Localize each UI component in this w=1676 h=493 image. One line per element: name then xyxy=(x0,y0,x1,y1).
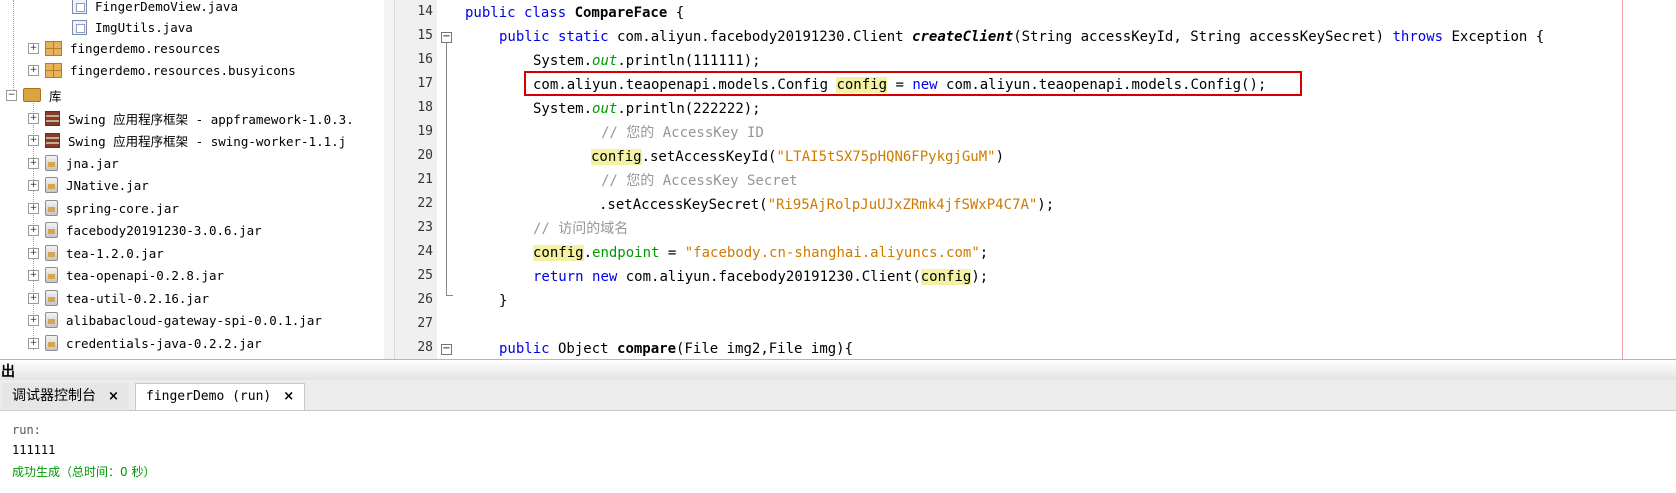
expand-icon[interactable]: + xyxy=(28,292,39,304)
package-icon xyxy=(45,40,62,56)
expand-icon[interactable]: + xyxy=(28,112,39,124)
line-number: 21 xyxy=(417,172,433,187)
right-margin-guide xyxy=(1622,0,1623,359)
tree-item-jar[interactable]: + tea-util-0.2.16.jar xyxy=(28,287,209,309)
tree-item-jar[interactable]: + JNative.jar xyxy=(28,174,149,196)
line-number: 26 xyxy=(417,292,433,307)
tree-item-jar[interactable]: + facebody20191230-3.0.6.jar xyxy=(28,219,262,241)
library-books-icon xyxy=(45,110,60,126)
expand-icon[interactable]: + xyxy=(28,224,39,236)
line-number: 18 xyxy=(417,100,433,115)
jar-icon xyxy=(45,290,58,306)
tree-item-imgutils[interactable]: ImgUtils.java xyxy=(72,16,193,38)
fold-guide xyxy=(446,43,447,295)
output-panel-header: 出 xyxy=(0,359,1676,381)
code-line-22: .setAccessKeySecret("Ri95AjRolpJuUJxZRmk… xyxy=(599,197,1055,213)
code-line-15: public static com.aliyun.facebody2019123… xyxy=(499,29,1545,45)
package-icon xyxy=(45,62,62,78)
fold-column: − − xyxy=(437,0,457,359)
tree-item-resources[interactable]: + fingerdemo.resources xyxy=(28,37,221,59)
output-console[interactable]: run: 111111 成功生成（总时间：0 秒） xyxy=(0,411,1676,493)
expand-icon[interactable]: + xyxy=(28,42,39,54)
tree-item-libraries[interactable]: − 库 xyxy=(6,84,62,106)
line-number-column: 14 15 16 17 18 19 20 21 22 23 24 25 26 2… xyxy=(395,0,437,359)
jar-icon xyxy=(45,155,58,171)
java-form-icon xyxy=(72,0,87,14)
line-number: 27 xyxy=(417,316,433,331)
expand-icon[interactable]: + xyxy=(28,64,39,76)
code-editor[interactable]: public class CompareFace { public static… xyxy=(457,0,1676,359)
expand-icon[interactable]: + xyxy=(28,134,39,146)
tree-item-jar[interactable]: + tea-1.2.0.jar xyxy=(28,242,164,264)
console-success-line: 成功生成（总时间：0 秒） xyxy=(12,465,156,479)
editor-gutter xyxy=(384,0,395,359)
line-number: 19 xyxy=(417,124,433,139)
jar-icon xyxy=(45,222,58,238)
tree-item-busyicons[interactable]: + fingerdemo.resources.busyicons xyxy=(28,59,296,81)
expand-icon[interactable]: + xyxy=(28,337,39,349)
tree-item-fingerdemoview[interactable]: FingerDemoView.java xyxy=(72,0,238,17)
expand-icon[interactable]: + xyxy=(28,157,39,169)
fold-toggle-icon[interactable]: − xyxy=(441,32,452,43)
jar-icon xyxy=(45,200,58,216)
library-folder-icon xyxy=(23,88,41,102)
expand-icon[interactable]: + xyxy=(28,179,39,191)
tree-item-appframework[interactable]: + Swing 应用程序框架 - appframework-1.0.3. xyxy=(28,107,354,129)
java-file-icon xyxy=(72,19,87,35)
code-line-18: System.out.println(222222); xyxy=(533,101,761,117)
library-books-icon xyxy=(45,132,60,148)
tree-item-jar[interactable]: + alibabacloud-gateway-spi-0.0.1.jar xyxy=(28,309,322,331)
code-line-26: } xyxy=(499,293,508,309)
line-number: 17 xyxy=(417,76,433,91)
line-number: 15 xyxy=(417,28,433,43)
expand-icon[interactable]: + xyxy=(28,247,39,259)
close-tab-icon[interactable]: × xyxy=(108,389,119,404)
jar-icon xyxy=(45,177,58,193)
output-panel-title: 出 xyxy=(1,364,15,380)
collapse-icon[interactable]: − xyxy=(6,89,17,101)
fold-toggle-icon[interactable]: − xyxy=(441,344,452,355)
jar-icon xyxy=(45,245,58,261)
tab-debugger-console[interactable]: 调试器控制台 × xyxy=(2,383,129,409)
code-line-23: // 访问的域名 xyxy=(533,221,629,237)
console-line: run: xyxy=(12,423,41,437)
code-line-14: public class CompareFace { xyxy=(465,5,685,21)
tree-item-swingworker[interactable]: + Swing 应用程序框架 - swing-worker-1.1.j xyxy=(28,129,346,151)
tab-fingerdemo-run[interactable]: fingerDemo (run) × xyxy=(135,383,306,410)
output-tab-bar: 调试器控制台 × fingerDemo (run) × xyxy=(0,380,1676,411)
tree-item-jar[interactable]: + credentials-java-0.2.2.jar xyxy=(28,332,262,354)
line-number: 28 xyxy=(417,340,433,355)
annotation-highlight-box xyxy=(524,71,1302,96)
line-number: 24 xyxy=(417,244,433,259)
tree-item-jar[interactable]: + tea-openapi-0.2.8.jar xyxy=(28,264,224,286)
code-line-24: config.endpoint = "facebody.cn-shanghai.… xyxy=(533,245,989,261)
line-number: 16 xyxy=(417,52,433,67)
tree-item-jar[interactable]: + spring-core.jar xyxy=(28,197,179,219)
code-line-25: return new com.aliyun.facebody20191230.C… xyxy=(533,269,989,285)
line-number: 23 xyxy=(417,220,433,235)
expand-icon[interactable]: + xyxy=(28,202,39,214)
code-line-28: public Object compare(File img2,File img… xyxy=(499,341,854,357)
line-number: 22 xyxy=(417,196,433,211)
console-line: 111111 xyxy=(12,443,56,457)
tree-item-jar[interactable]: + jna.jar xyxy=(28,152,119,174)
code-line-16: System.out.println(111111); xyxy=(533,53,761,69)
jar-icon xyxy=(45,267,58,283)
jar-icon xyxy=(45,335,58,351)
code-line-21: // 您的 AccessKey Secret xyxy=(601,173,798,189)
jar-icon xyxy=(45,312,58,328)
project-tree[interactable]: FingerDemoView.java ImgUtils.java + fing… xyxy=(0,0,385,359)
code-line-20: config.setAccessKeyId("LTAI5tSX75pHQN6FP… xyxy=(591,149,1005,165)
line-number: 20 xyxy=(417,148,433,163)
code-line-19: // 您的 AccessKey ID xyxy=(601,125,764,141)
close-tab-icon[interactable]: × xyxy=(283,389,294,404)
line-number: 14 xyxy=(417,4,433,19)
fold-guide-end xyxy=(446,295,453,296)
line-number: 25 xyxy=(417,268,433,283)
expand-icon[interactable]: + xyxy=(28,314,39,326)
expand-icon[interactable]: + xyxy=(28,269,39,281)
